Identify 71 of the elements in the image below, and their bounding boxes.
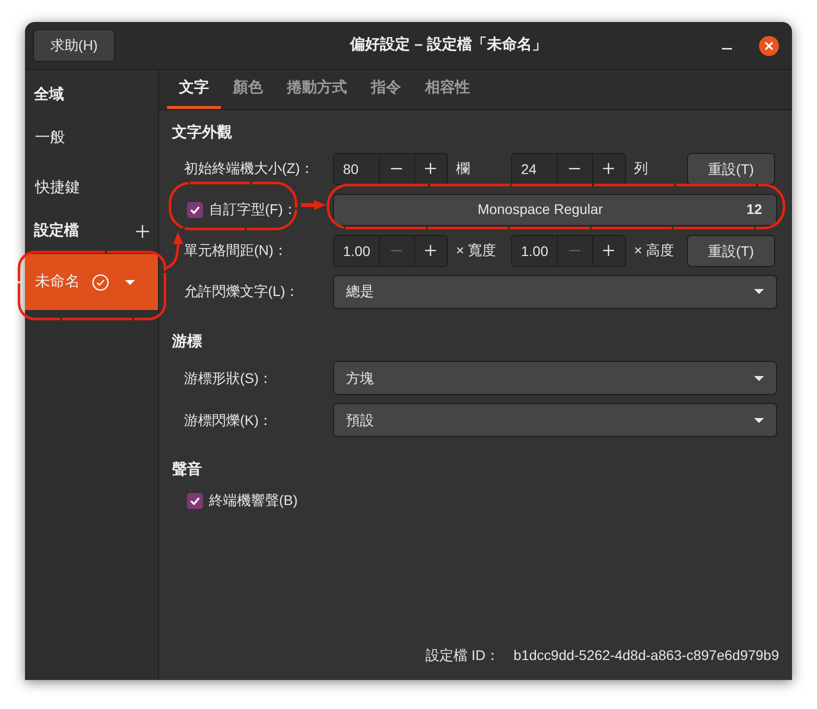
caret-icon[interactable] xyxy=(125,280,135,284)
sidebar-heading: 全域 xyxy=(34,84,64,105)
plus-icon xyxy=(425,245,436,256)
tab[interactable]: 捲動方式 xyxy=(275,70,359,109)
spin-value: 24 xyxy=(520,160,538,178)
section-heading: 文字外觀 xyxy=(172,123,233,143)
close-icon[interactable] xyxy=(759,36,779,56)
sidebar-item[interactable]: 快捷鍵 xyxy=(25,168,158,208)
tab[interactable]: 指令 xyxy=(359,70,413,109)
plus-icon xyxy=(603,163,614,174)
sidebar-item-label: 快捷鍵 xyxy=(35,178,80,198)
check-icon xyxy=(190,496,200,504)
spin-value: 80 xyxy=(342,160,360,178)
unit-label: × 高度 xyxy=(634,241,676,260)
unit-label: 欄 xyxy=(456,159,471,178)
checkbox[interactable] xyxy=(187,492,203,508)
check-circle-icon xyxy=(92,274,109,290)
unit-label: 列 xyxy=(634,159,649,178)
plus-icon xyxy=(603,245,614,256)
minus-icon xyxy=(569,250,580,252)
sidebar-heading: 設定檔 xyxy=(34,220,79,241)
dropdown-value: 方塊 xyxy=(346,368,375,388)
checkbox-label: 終端機響聲(B) xyxy=(209,491,298,510)
section-heading: 聲音 xyxy=(172,460,203,480)
dropdown-value: 預設 xyxy=(346,410,375,430)
tab[interactable]: 相容性 xyxy=(413,70,482,109)
reset-button[interactable]: 重設(T) xyxy=(687,234,775,266)
caret-icon xyxy=(754,376,764,380)
minus-icon xyxy=(569,168,580,170)
dropdown[interactable]: 方塊 xyxy=(333,361,777,395)
window-title: 偏好設定 – 設定檔「未命名」 xyxy=(348,35,548,56)
dropdown-value: 總是 xyxy=(346,282,375,301)
sidebar-item-label: 一般 xyxy=(35,128,65,148)
spin-value: 1.00 xyxy=(520,242,550,260)
caret-icon xyxy=(754,289,764,294)
spin-field[interactable]: 1.00 xyxy=(511,234,626,266)
row-label: 允許閃爍文字(L)： xyxy=(184,282,300,301)
tab[interactable]: 文字 xyxy=(167,70,221,109)
dropdown[interactable]: 總是 xyxy=(333,274,777,308)
row-label: 游標形狀(S)： xyxy=(184,368,274,388)
dropdown[interactable]: 預設 xyxy=(333,403,777,437)
profile-id-label: 設定檔 ID： xyxy=(426,646,500,665)
minimize-icon[interactable] xyxy=(722,48,732,50)
unit-label: × 寬度 xyxy=(456,241,498,260)
minus-icon xyxy=(391,168,402,170)
profile-id: b1dcc9dd-5262-4d8d-a863-c897e6d979b9 xyxy=(514,646,779,665)
add-icon[interactable] xyxy=(136,224,149,238)
minus-icon xyxy=(391,250,402,252)
spin-field[interactable]: 24 xyxy=(511,152,626,184)
row-label: 單元格間距(N)： xyxy=(184,241,288,260)
help-button[interactable]: 求助(H) xyxy=(33,29,115,62)
font-name: Monospace Regular xyxy=(476,200,604,219)
checkbox[interactable] xyxy=(187,202,203,218)
row-label: 初始終端機大小(Z)： xyxy=(184,159,315,178)
check-icon xyxy=(190,206,200,214)
caret-icon xyxy=(754,418,764,422)
annotation-arrow xyxy=(301,200,326,210)
plus-icon xyxy=(425,163,436,174)
row-label: 游標閃爍(K)： xyxy=(184,410,274,430)
spin-value: 1.00 xyxy=(342,242,372,260)
annotation-arrow xyxy=(166,232,183,270)
spin-field[interactable]: 1.00 xyxy=(333,234,448,266)
tab[interactable]: 顏色 xyxy=(221,70,275,109)
reset-button[interactable]: 重設(T) xyxy=(687,152,775,184)
font-button[interactable]: Monospace Regular 12 xyxy=(333,194,777,226)
sidebar-item[interactable]: 一般 xyxy=(25,118,158,158)
sidebar-item-label: 未命名 xyxy=(35,272,80,292)
checkbox-label: 自訂字型(F)： xyxy=(209,200,297,219)
section-heading: 游標 xyxy=(172,332,203,352)
spin-field[interactable]: 80 xyxy=(333,152,448,184)
font-size: 12 xyxy=(746,200,762,219)
